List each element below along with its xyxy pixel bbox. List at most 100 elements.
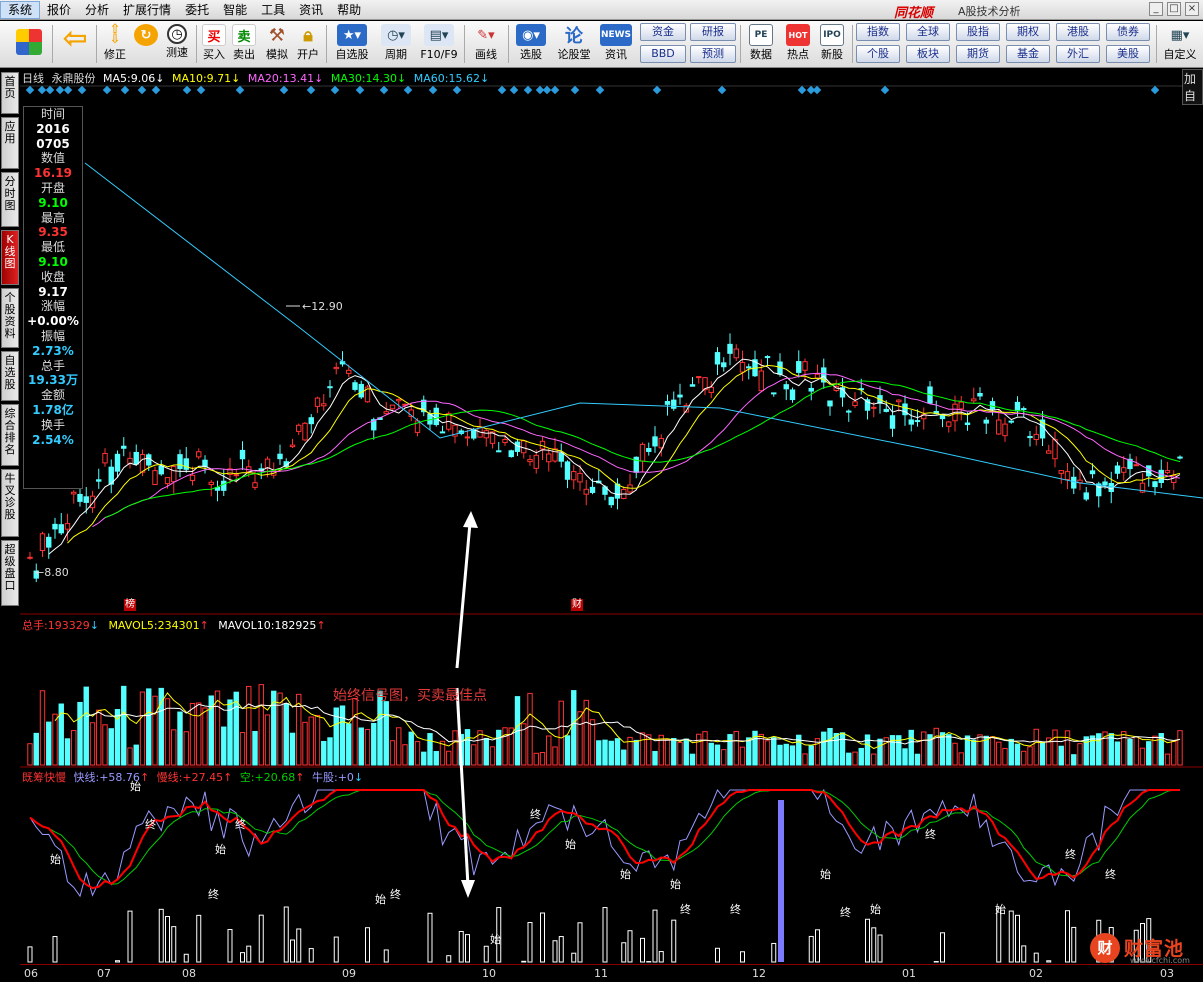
indicator-bar — [383, 949, 389, 963]
hot-button[interactable]: HOT 热点 — [782, 23, 814, 65]
speed-test-button[interactable]: ◷ 测速 — [162, 23, 192, 65]
volume-bar — [102, 724, 108, 766]
candle-body — [202, 459, 208, 468]
tab-intraday[interactable]: 分时图 — [1, 172, 19, 227]
quick-us[interactable]: 美股 — [1106, 45, 1150, 63]
quick-research[interactable]: 研报 — [690, 23, 736, 41]
indicator-bar — [183, 953, 189, 963]
volume-bar — [552, 746, 558, 766]
quick-bonds[interactable]: 债券 — [1106, 23, 1150, 41]
tab-apps[interactable]: 应用 — [1, 117, 19, 169]
tab-diagnosis[interactable]: 牛叉诊股 — [1, 469, 19, 537]
buy-button[interactable]: 买买入 — [200, 23, 228, 65]
quick-index[interactable]: 指数 — [856, 23, 900, 41]
maximize-icon[interactable]: □ — [1167, 2, 1181, 16]
indicator-bar — [1046, 960, 1052, 963]
sell-button[interactable]: 卖卖出 — [230, 23, 258, 65]
minimize-icon[interactable]: _ — [1149, 2, 1163, 16]
fast-line — [29, 788, 1180, 898]
quick-funds[interactable]: 资金 — [640, 23, 686, 41]
data-button[interactable]: PE 数据 — [744, 23, 778, 65]
quick-futures[interactable]: 期货 — [956, 45, 1000, 63]
quick-global[interactable]: 全球 — [906, 23, 950, 41]
add-watch-button[interactable]: 加自 — [1182, 69, 1203, 105]
draw-line-button[interactable]: ✎▾ 画线 — [468, 23, 504, 65]
menu-analysis[interactable]: 分析 — [78, 1, 116, 19]
correct-button-2[interactable]: ↻ — [132, 23, 160, 65]
event-tag-finance[interactable]: 财 — [571, 599, 583, 611]
news-button[interactable]: NEWS 资讯 — [598, 23, 634, 65]
tab-watchlist[interactable]: 自选股 — [1, 351, 19, 401]
indicator-bar — [1021, 945, 1027, 963]
candle-body — [352, 382, 358, 390]
indicator-bar — [52, 936, 58, 963]
back-button[interactable]: ⇦ — [58, 21, 92, 65]
volume-bar — [321, 740, 327, 766]
menu-extended-quote[interactable]: 扩展行情 — [116, 1, 178, 19]
candle-body — [1114, 465, 1121, 474]
correct-button[interactable]: ⇧ ⇩ 修正 — [100, 23, 130, 65]
menu-smart[interactable]: 智能 — [216, 1, 254, 19]
candle-body — [171, 466, 177, 483]
candle-body — [1033, 433, 1039, 441]
quick-funds-2[interactable]: 基金 — [1006, 45, 1050, 63]
candle-body — [896, 399, 902, 403]
menu-help[interactable]: 帮助 — [330, 1, 368, 19]
candle-body — [152, 470, 158, 486]
tab-ranking[interactable]: 综合排名 — [1, 404, 19, 466]
volume-bar — [977, 734, 983, 766]
volume-bar — [327, 737, 333, 766]
quick-bbd[interactable]: BBD — [640, 45, 686, 63]
indicator-bar — [558, 936, 564, 963]
tab-stock-profile[interactable]: 个股资料 — [1, 288, 19, 348]
tab-kline[interactable]: K线图 — [1, 230, 19, 285]
start-signal-mark: 始 — [565, 837, 576, 851]
quick-stock[interactable]: 个股 — [856, 45, 900, 63]
volume-bar — [1114, 741, 1121, 766]
indicator-bar — [246, 945, 252, 963]
candle-body — [139, 454, 146, 473]
period-button[interactable]: ◷▾ 周期 — [376, 23, 416, 65]
event-tag-list[interactable]: 榜 — [124, 599, 136, 611]
quick-sector[interactable]: 板块 — [906, 45, 950, 63]
volume-bar — [689, 753, 696, 766]
x-tick: 01 — [902, 967, 916, 980]
quick-forecast[interactable]: 预测 — [690, 45, 736, 63]
menu-quote[interactable]: 报价 — [40, 1, 78, 19]
volume-bar — [1002, 747, 1008, 766]
menu-tools[interactable]: 工具 — [254, 1, 292, 19]
close-icon[interactable]: × — [1185, 2, 1199, 16]
kline-chart-area[interactable]: ←12.90 ←8.80 始始终始终终始终始终始始始终终始终始终始终终 日线 永鼎股… — [20, 68, 1203, 982]
quick-forex[interactable]: 外汇 — [1056, 45, 1100, 63]
menu-system[interactable]: 系统 — [0, 0, 41, 19]
menu-news[interactable]: 资讯 — [292, 1, 330, 19]
tab-home[interactable]: 首页 — [1, 72, 19, 114]
open-account-button[interactable]: 🔒︎ 开户 — [294, 23, 322, 65]
volume-bar — [614, 738, 621, 766]
simulate-button[interactable]: ⚒ 模拟 — [262, 23, 292, 65]
volume-bar — [877, 738, 883, 766]
quick-stock-index[interactable]: 股指 — [956, 23, 1000, 41]
ipo-button[interactable]: IPO 新股 — [816, 23, 848, 65]
watchlist-button[interactable]: ★▾ 自选股 — [332, 23, 372, 65]
watchlist-label: 自选股 — [335, 48, 369, 61]
candle-body — [264, 458, 271, 469]
stock-picker-button[interactable]: ◉▾ 选股 — [512, 23, 550, 65]
volume-bar — [1027, 746, 1033, 766]
candle-body — [396, 398, 402, 402]
x-tick: 11 — [594, 967, 608, 980]
layout-button[interactable] — [12, 23, 46, 65]
quick-options[interactable]: 期权 — [1006, 23, 1050, 41]
customize-button[interactable]: ▦▾ 自定义 — [1160, 23, 1200, 65]
quick-hk[interactable]: 港股 — [1056, 23, 1100, 41]
candle-body — [746, 366, 752, 369]
candle-body — [664, 401, 671, 405]
volume-bar — [733, 730, 739, 766]
f10-button[interactable]: ▤▾ F10/F9 — [418, 23, 460, 65]
forum-button[interactable]: 论论股堂 — [554, 23, 594, 65]
tab-super-board[interactable]: 超级盘口 — [1, 540, 19, 606]
x-tick: 10 — [482, 967, 496, 980]
menu-trade[interactable]: 委托 — [178, 1, 216, 19]
candle-body — [914, 420, 921, 423]
start-signal-mark: 始 — [215, 842, 226, 856]
